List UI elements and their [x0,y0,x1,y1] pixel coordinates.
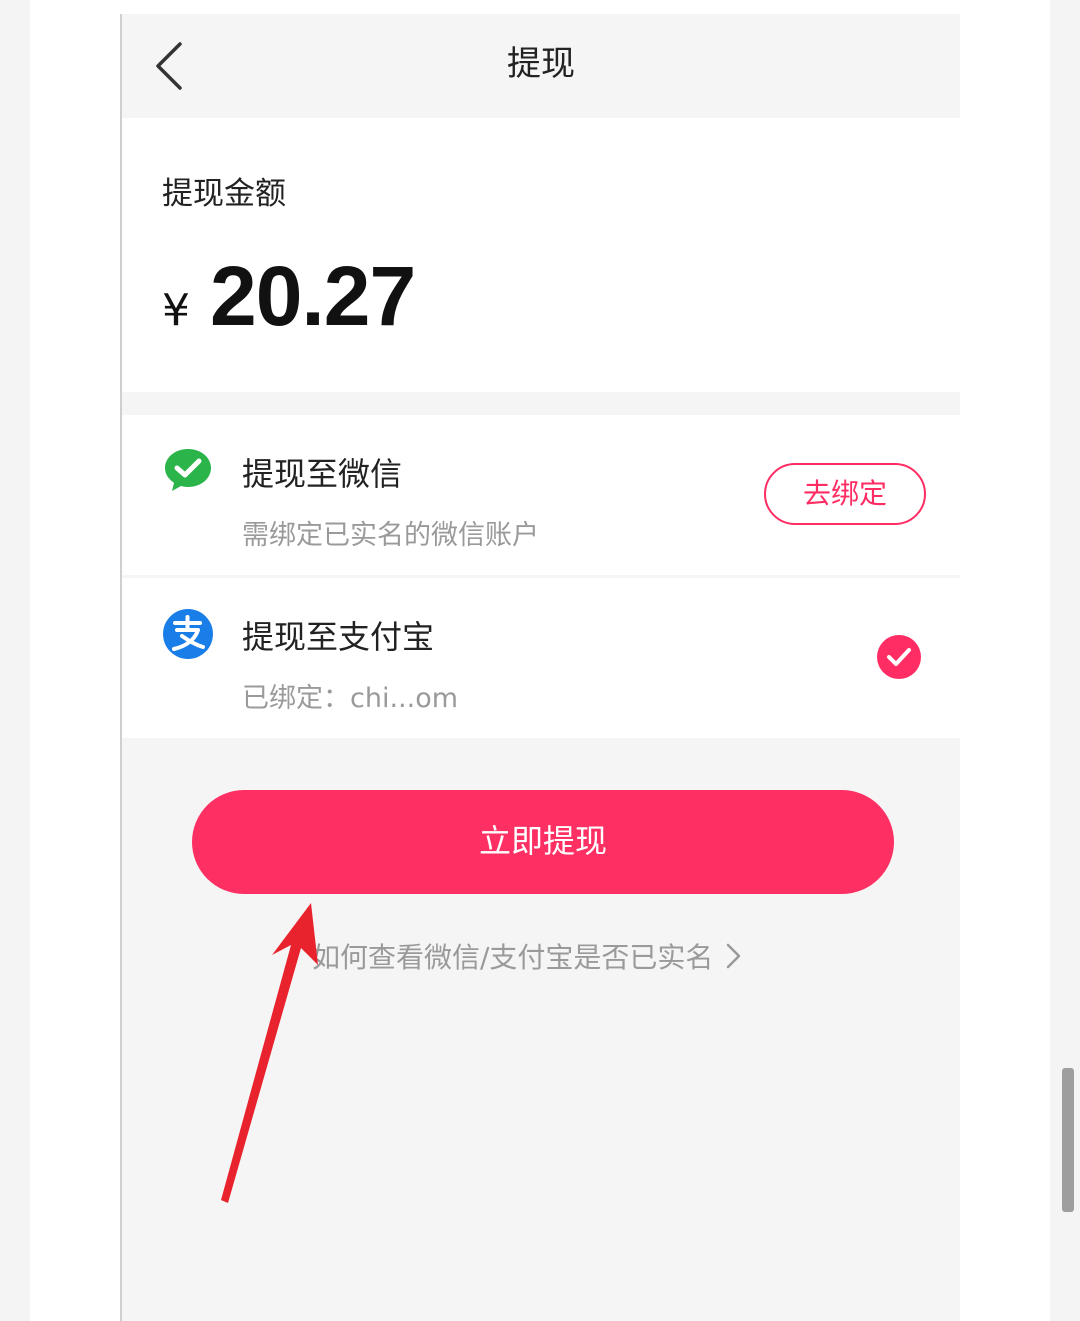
currency-symbol: ¥ [162,285,190,336]
withdraw-now-button[interactable]: 立即提现 [192,790,894,894]
amount-card: 提现金额 ¥ 20.27 [122,118,960,392]
method-subtitle: 已绑定：chi...om [242,683,459,714]
method-title: 提现至微信 [242,455,403,493]
amount-row: ¥ 20.27 [162,248,416,348]
left-margin [0,0,30,1321]
amount-value: 20.27 [210,249,416,343]
back-button[interactable] [144,36,204,96]
method-wechat[interactable]: 提现至微信 需绑定已实名的微信账户 去绑定 [122,415,960,575]
selected-check[interactable] [877,635,921,679]
scrollbar[interactable] [1062,1068,1074,1212]
chevron-right-icon [727,943,741,969]
amount-label: 提现金额 [162,176,286,212]
method-subtitle: 需绑定已实名的微信账户 [242,520,539,551]
help-link-text: 如何查看微信/支付宝是否已实名 [312,941,714,974]
wechat-icon [165,449,211,491]
nav-bar: 提现 [122,14,960,118]
method-title: 提现至支付宝 [242,618,435,656]
chevron-left-icon [156,42,182,90]
page-title: 提现 [507,44,575,84]
alipay-icon [163,609,213,659]
app-screen: 提现 提现金额 ¥ 20.27 提现至微信 需绑定已实名的微信账户 去绑定 提现… [120,14,960,1321]
method-alipay[interactable]: 提现至支付宝 已绑定：chi...om [122,578,960,738]
bind-wechat-button[interactable]: 去绑定 [764,463,926,525]
checkmark-icon [887,648,911,666]
realname-help-link[interactable]: 如何查看微信/支付宝是否已实名 [312,934,743,978]
